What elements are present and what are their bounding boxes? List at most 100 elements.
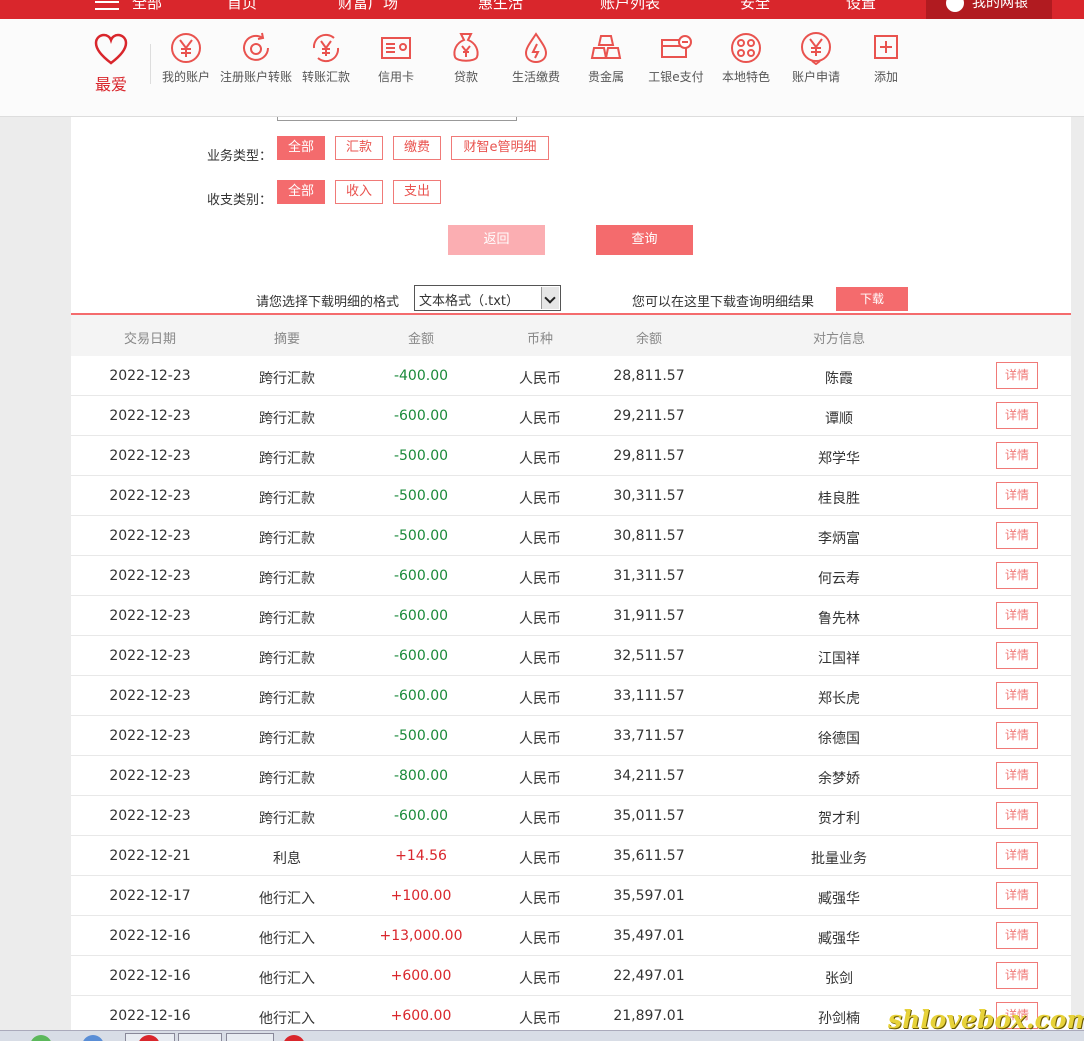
cell-date: 2022-12-23 xyxy=(109,648,191,664)
shortcut-e-pay[interactable]: 工银e支付 xyxy=(636,31,716,84)
detail-button[interactable]: 详情 xyxy=(996,362,1038,389)
table-row: 2022-12-23 跨行汇款 -500.00 人民币 30,811.57 李炳富 详情 xyxy=(71,516,1071,556)
cell-amount: -600.00 xyxy=(393,648,449,664)
detail-button[interactable]: 详情 xyxy=(996,802,1038,829)
favorites-item[interactable]: 最爱 xyxy=(90,33,132,95)
detail-button[interactable]: 详情 xyxy=(996,722,1038,749)
table-row: 2022-12-23 跨行汇款 -600.00 人民币 32,511.57 江国祥 详情 xyxy=(71,636,1071,676)
cell-date: 2022-12-16 xyxy=(109,968,191,984)
business-type-payment[interactable]: 缴费 xyxy=(393,136,441,160)
nav-item-wealth[interactable]: 财富广场 xyxy=(338,0,398,13)
business-type-remittance[interactable]: 汇款 xyxy=(335,136,383,160)
table-row: 2022-12-17 他行汇入 +100.00 人民币 35,597.01 臧强华 详情 xyxy=(71,876,1071,916)
header-date: 交易日期 xyxy=(123,332,177,347)
shortcut-loan[interactable]: 贷款 xyxy=(426,31,506,84)
shortcut-local[interactable]: 本地特色 xyxy=(706,31,786,84)
business-type-finance-detail[interactable]: 财智e管明细 xyxy=(451,136,549,160)
detail-button[interactable]: 详情 xyxy=(996,762,1038,789)
income-type-all[interactable]: 全部 xyxy=(277,180,325,204)
cell-currency: 人民币 xyxy=(519,491,561,507)
business-type-all[interactable]: 全部 xyxy=(277,136,325,160)
shortcut-transfer[interactable]: 转账汇款 xyxy=(286,31,366,84)
cell-counterparty: 桂良胜 xyxy=(818,491,860,507)
income-type-label: 收支类别： xyxy=(207,193,273,208)
detail-button[interactable]: 详情 xyxy=(996,602,1038,629)
download-format-select[interactable]: 文本格式（.txt） xyxy=(414,285,561,311)
nav-item-home[interactable]: 首页 xyxy=(227,0,257,13)
detail-button[interactable]: 详情 xyxy=(996,922,1038,949)
income-type-income[interactable]: 收入 xyxy=(335,180,383,204)
cell-summary: 跨行汇款 xyxy=(259,411,315,427)
cell-date: 2022-12-23 xyxy=(109,768,191,784)
download-button[interactable]: 下载 xyxy=(836,287,908,311)
table-row: 2022-12-23 跨行汇款 -500.00 人民币 29,811.57 郑学华 详情 xyxy=(71,436,1071,476)
shortcut-utilities[interactable]: 生活缴费 xyxy=(496,31,576,84)
table-row: 2022-12-23 跨行汇款 -600.00 人民币 33,111.57 郑长虎 详情 xyxy=(71,676,1071,716)
detail-button[interactable]: 详情 xyxy=(996,562,1038,589)
income-type-expense[interactable]: 支出 xyxy=(393,180,441,204)
table-row: 2022-12-16 他行汇入 +13,000.00 人民币 35,497.01 臧强华 详… xyxy=(71,916,1071,956)
nav-item-security[interactable]: 安全 xyxy=(740,0,770,13)
business-type-label: 业务类型： xyxy=(207,149,273,164)
table-row: 2022-12-23 跨行汇款 -600.00 人民币 31,311.57 何云寿 详情 xyxy=(71,556,1071,596)
cell-summary: 他行汇入 xyxy=(259,1011,315,1027)
shortcut-account-apply[interactable]: 账户申请 xyxy=(776,31,856,84)
detail-button[interactable]: 详情 xyxy=(996,482,1038,509)
my-bank-button[interactable]: 我的网银 xyxy=(926,0,1052,19)
nav-item-settings[interactable]: 设置 xyxy=(846,0,876,13)
app-icon[interactable] xyxy=(30,1035,52,1041)
detail-button[interactable]: 详情 xyxy=(996,962,1038,989)
cell-date: 2022-12-17 xyxy=(109,888,191,904)
utility-drop-icon xyxy=(524,32,548,64)
header-amount: 金额 xyxy=(407,332,435,347)
cell-counterparty: 陈霞 xyxy=(825,371,853,387)
back-button[interactable]: 返回 xyxy=(448,225,545,255)
account-select-partial[interactable] xyxy=(277,117,517,121)
cell-amount: +600.00 xyxy=(390,1008,452,1024)
cell-balance: 35,611.57 xyxy=(613,848,685,864)
cell-amount: -600.00 xyxy=(393,568,449,584)
cell-summary: 跨行汇款 xyxy=(259,371,315,387)
header-counterparty: 对方信息 xyxy=(812,332,866,347)
table-row: 2022-12-16 他行汇入 +600.00 人民币 22,497.01 张剑 详情 xyxy=(71,956,1071,996)
detail-button[interactable]: 详情 xyxy=(996,642,1038,669)
detail-button[interactable]: 详情 xyxy=(996,402,1038,429)
cell-summary: 跨行汇款 xyxy=(259,611,315,627)
cell-counterparty: 臧强华 xyxy=(818,891,860,907)
taskbar-button[interactable] xyxy=(178,1033,222,1041)
shortcut-registered-transfer[interactable]: 注册账户转账 xyxy=(216,31,296,84)
cell-amount: -500.00 xyxy=(393,488,449,504)
app-icon[interactable] xyxy=(82,1035,104,1041)
menu-icon[interactable] xyxy=(95,0,119,10)
cell-summary: 跨行汇款 xyxy=(259,571,315,587)
detail-button[interactable]: 详情 xyxy=(996,842,1038,869)
cell-amount: -800.00 xyxy=(393,768,449,784)
shortcut-my-account[interactable]: 我的账户 xyxy=(146,31,226,84)
shortcut-add[interactable]: 添加 xyxy=(846,31,926,84)
cell-counterparty: 批量业务 xyxy=(811,851,867,867)
table-row: 2022-12-23 跨行汇款 -800.00 人民币 34,211.57 余梦娇 详情 xyxy=(71,756,1071,796)
cell-date: 2022-12-23 xyxy=(109,408,191,424)
cell-balance: 28,811.57 xyxy=(613,368,685,384)
cell-counterparty: 贺才利 xyxy=(818,811,860,827)
shortcut-credit-card[interactable]: 信用卡 xyxy=(356,31,436,84)
cell-date: 2022-12-16 xyxy=(109,1008,191,1024)
nav-item-all[interactable]: 全部 xyxy=(132,0,162,13)
taskbar-button[interactable] xyxy=(226,1033,274,1041)
cell-balance: 35,597.01 xyxy=(613,888,685,904)
detail-button[interactable]: 详情 xyxy=(996,522,1038,549)
query-button[interactable]: 查询 xyxy=(596,225,693,255)
top-nav: 全部 首页 财富广场 惠生活 账户列表 安全 设置 我的网银 xyxy=(0,0,1084,19)
shortcut-precious-metals[interactable]: 贵金属 xyxy=(566,31,646,84)
detail-button[interactable]: 详情 xyxy=(996,682,1038,709)
cell-currency: 人民币 xyxy=(519,371,561,387)
nav-item-life[interactable]: 惠生活 xyxy=(478,0,523,13)
detail-button[interactable]: 详情 xyxy=(996,442,1038,469)
cell-counterparty: 徐德国 xyxy=(818,731,860,747)
app-icon[interactable] xyxy=(283,1035,305,1041)
nav-item-accounts[interactable]: 账户列表 xyxy=(600,0,660,13)
yen-circle-icon xyxy=(171,33,201,63)
detail-button[interactable]: 详情 xyxy=(996,882,1038,909)
cell-currency: 人民币 xyxy=(519,811,561,827)
cell-currency: 人民币 xyxy=(519,971,561,987)
